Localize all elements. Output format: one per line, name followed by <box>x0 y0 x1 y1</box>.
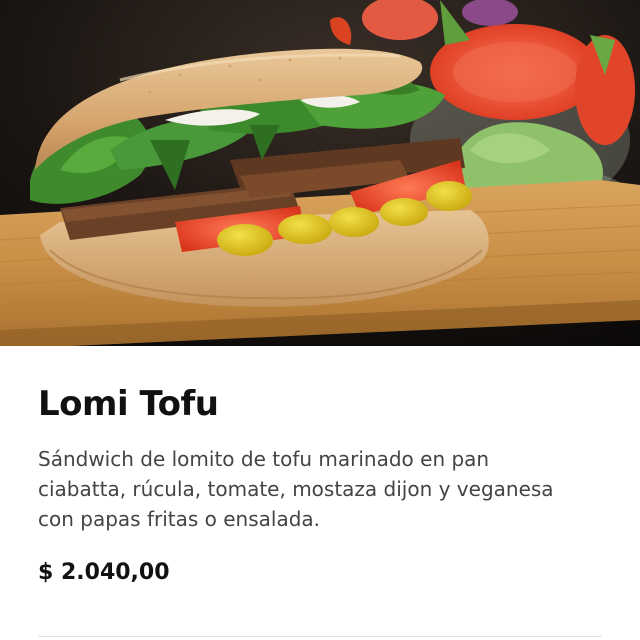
product-photo <box>0 0 640 346</box>
divider <box>38 636 602 637</box>
product-title: Lomi Tofu <box>38 384 219 424</box>
product-detail-screen: Lomi Tofu Sándwich de lomito de tofu mar… <box>0 0 640 640</box>
product-description: Sándwich de lomito de tofu marinado en p… <box>38 447 554 531</box>
product-info-panel: Lomi Tofu Sándwich de lomito de tofu mar… <box>0 346 640 640</box>
product-price: $ 2.040,00 <box>38 560 170 585</box>
sandwich-illustration <box>0 0 640 346</box>
